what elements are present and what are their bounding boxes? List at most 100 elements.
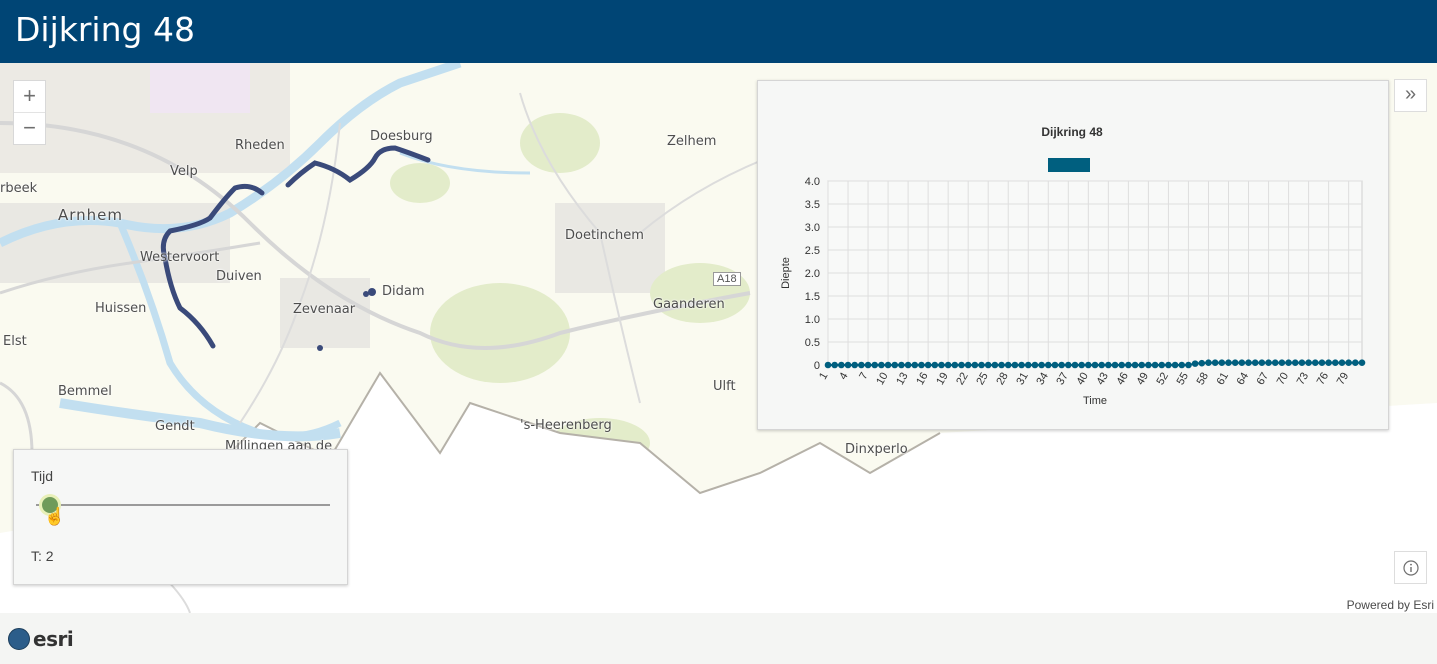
data-point (1085, 361, 1092, 369)
data-point (924, 361, 932, 369)
y-tick-label: 2.0 (805, 268, 820, 280)
data-point (1111, 361, 1119, 369)
x-tick-label: 49 (1134, 371, 1151, 388)
data-point (1131, 361, 1139, 369)
time-slider-track[interactable] (36, 504, 330, 506)
place-velp: Velp (170, 164, 198, 179)
x-axis-label: Time (1083, 395, 1107, 407)
legend-swatch[interactable] (1048, 158, 1090, 172)
x-tick-label: 58 (1195, 371, 1212, 388)
data-point (964, 361, 972, 369)
time-value: T: 2 (31, 548, 54, 564)
place-gaanderen: Gaanderen (653, 297, 725, 312)
y-axis-label: Diepte (780, 257, 792, 289)
data-point (1185, 361, 1192, 369)
y-tick-label: 0 (814, 360, 820, 372)
x-ticks: 1 4 7 10 13 16 19 22 25 28 31 34 37 40 43 46 49 52 55 58 61 6… (817, 371, 1351, 388)
data-point (844, 361, 852, 369)
time-slider-label: Tijd (31, 468, 54, 484)
x-tick-label: 7 (857, 371, 870, 382)
data-point (998, 361, 1005, 369)
data-point (938, 361, 945, 369)
data-point (838, 361, 845, 369)
data-point (878, 361, 885, 369)
x-tick-label: 31 (1014, 371, 1031, 388)
y-tick-label: 1.0 (805, 314, 820, 326)
app-header: Dijkring 48 (0, 0, 1437, 63)
x-tick-label: 40 (1074, 371, 1091, 388)
data-point (1211, 359, 1219, 367)
data-point (1145, 361, 1152, 369)
x-tick-label: 28 (994, 371, 1011, 388)
x-tick-label: 22 (954, 371, 971, 388)
place-zelhem: Zelhem (667, 134, 717, 149)
data-point (1245, 359, 1252, 367)
data-point (1231, 359, 1239, 367)
data-point (1285, 359, 1292, 367)
x-tick-label: 73 (1295, 371, 1312, 388)
data-point (1171, 361, 1179, 369)
place-gendt: Gendt (155, 419, 195, 434)
data-point (831, 361, 838, 369)
place-bemmel: Bemmel (58, 384, 112, 399)
x-tick-label: 10 (874, 371, 891, 388)
data-point (1091, 361, 1099, 369)
x-tick-label: 19 (934, 371, 951, 388)
data-point (1325, 359, 1332, 367)
chevron-double-right-icon: » (1404, 83, 1417, 105)
data-point (1352, 359, 1359, 367)
data-point (911, 361, 919, 369)
data-point (1058, 361, 1065, 369)
data-point (1158, 361, 1166, 369)
zoom-control: + − (13, 80, 46, 145)
data-point (1332, 359, 1339, 367)
esri-logo[interactable]: esri (8, 627, 74, 651)
y-tick-label: 1.5 (805, 291, 820, 303)
x-tick-label: 46 (1114, 371, 1131, 388)
zoom-in-button[interactable]: + (14, 81, 45, 112)
data-point (944, 361, 952, 369)
place-heerenberg: 's-Heerenberg (520, 418, 612, 433)
place-dinxperlo: Dinxperlo (845, 442, 908, 457)
data-point (1105, 361, 1112, 369)
info-icon (1402, 560, 1419, 576)
data-point (1051, 361, 1059, 369)
info-button[interactable] (1394, 551, 1427, 584)
data-point (1071, 361, 1079, 369)
data-point (898, 361, 905, 369)
data-point (858, 361, 865, 369)
powered-by-text[interactable]: Powered by Esri (1347, 598, 1434, 612)
zoom-out-button[interactable]: − (14, 112, 45, 144)
place-doesburg: Doesburg (370, 129, 433, 144)
x-tick-label: 16 (914, 371, 931, 388)
chart-title: Dijkring 48 (1041, 125, 1103, 139)
time-slider-panel: Tijd ☝ T: 2 (13, 449, 348, 585)
y-tick-label: 2.5 (805, 245, 820, 257)
place-rbeek: rbeek (0, 181, 38, 196)
app-title: Dijkring 48 (15, 10, 195, 49)
data-point (864, 361, 872, 369)
data-point (1338, 359, 1346, 367)
data-point (1271, 359, 1279, 367)
data-point (958, 361, 965, 369)
place-zevenaar: Zevenaar (293, 302, 356, 317)
data-point (1011, 361, 1019, 369)
x-tick-label: 61 (1215, 371, 1232, 388)
place-westervoort: Westervoort (140, 250, 220, 265)
data-point (1038, 361, 1045, 369)
data-point (978, 361, 985, 369)
place-duiven: Duiven (216, 269, 262, 284)
data-point (1218, 359, 1226, 367)
data-point (1138, 361, 1146, 369)
data-point (1191, 360, 1199, 367)
data-point (991, 361, 999, 369)
x-tick-label: 13 (894, 371, 911, 388)
x-tick-label: 1 (817, 371, 830, 382)
data-point (1065, 361, 1072, 369)
x-tick-label: 79 (1335, 371, 1352, 388)
depth-chart: Dijkring 48 4.03.53.02.52.01.51.00.50 14… (780, 125, 1366, 407)
expand-panel-button[interactable]: » (1394, 79, 1427, 112)
hand-cursor-icon: ☝ (44, 507, 66, 526)
road-shield-a18: A18 (713, 272, 741, 286)
chart-grid (827, 180, 1363, 366)
